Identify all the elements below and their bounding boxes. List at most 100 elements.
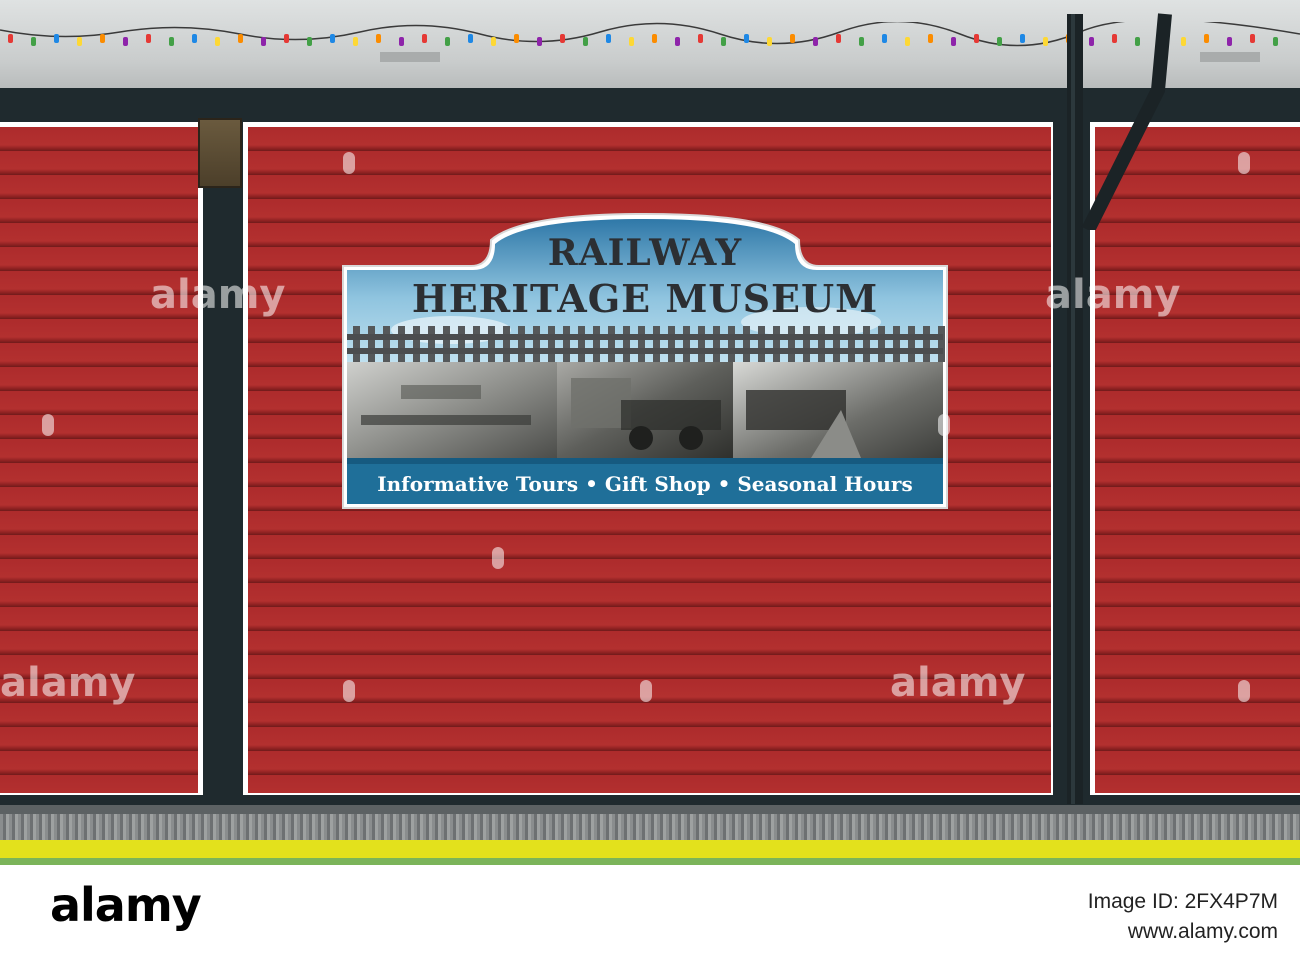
building-scene: RAILWAY HERITAGE MUSEUM Informative Tour…	[0, 0, 1300, 865]
rail-tie	[383, 326, 390, 362]
rail-tie	[848, 326, 855, 362]
rail-tie	[668, 326, 675, 362]
light-bulb	[928, 34, 933, 43]
light-bulb	[675, 37, 680, 46]
watermark-mark	[640, 680, 652, 702]
light-bulb	[422, 34, 427, 43]
light-bulb	[1204, 34, 1209, 43]
light-bulb	[376, 34, 381, 43]
rail-tie	[473, 326, 480, 362]
watermark-mark	[938, 414, 950, 436]
grass-edge	[0, 858, 1300, 865]
light-bulb	[1273, 37, 1278, 46]
light-bulb	[31, 37, 36, 46]
rail-tie	[488, 326, 495, 362]
watermark-mark	[492, 547, 504, 569]
light-bulb	[284, 34, 289, 43]
rail-tie	[893, 326, 900, 362]
light-bulb	[1227, 37, 1232, 46]
rail-tie	[638, 326, 645, 362]
light-bulb	[744, 34, 749, 43]
rail-tie	[698, 326, 705, 362]
watermark-text: alamy	[0, 660, 136, 706]
light-bulb	[215, 37, 220, 46]
rail-tie	[863, 326, 870, 362]
light-bulb	[652, 34, 657, 43]
rail-tie	[803, 326, 810, 362]
watermark-text: alamy	[890, 660, 1026, 706]
light-bulb	[997, 37, 1002, 46]
rail-tie	[683, 326, 690, 362]
watermark-mark	[343, 152, 355, 174]
light-bulb	[261, 37, 266, 46]
eave-vent	[380, 52, 440, 62]
light-bulb	[146, 34, 151, 43]
light-bulb	[307, 37, 312, 46]
light-bulb	[330, 34, 335, 43]
light-bulb	[1181, 37, 1186, 46]
rail-tie	[578, 326, 585, 362]
light-bulb	[629, 37, 634, 46]
rail-tie	[518, 326, 525, 362]
light-bulb	[583, 37, 588, 46]
rail-tie	[878, 326, 885, 362]
light-bulb	[169, 37, 174, 46]
watermark-mark	[1238, 152, 1250, 174]
rail-tie	[458, 326, 465, 362]
light-bulb	[238, 34, 243, 43]
light-bulb	[790, 34, 795, 43]
rail-tie	[938, 326, 945, 362]
light-bulb	[767, 37, 772, 46]
light-bulb	[882, 34, 887, 43]
light-bulb	[813, 37, 818, 46]
watermark-text: alamy	[1045, 272, 1181, 318]
rail-tie	[443, 326, 450, 362]
rail-tie	[428, 326, 435, 362]
rail-tie	[713, 326, 720, 362]
light-bulb	[514, 34, 519, 43]
light-bulb	[905, 37, 910, 46]
light-bulb	[192, 34, 197, 43]
rail-tie	[593, 326, 600, 362]
footer-logo: alamy	[50, 878, 202, 932]
sign-caption: Informative Tours • Gift Shop • Seasonal…	[377, 472, 913, 496]
sign-title-heritage-museum: HERITAGE MUSEUM	[411, 276, 879, 321]
light-bulb	[537, 37, 542, 46]
light-bulb	[721, 37, 726, 46]
rail-tie	[413, 326, 420, 362]
light-bulb	[698, 34, 703, 43]
light-bulb	[8, 34, 13, 43]
image-id-label: Image ID: 2FX4P7M	[1087, 890, 1278, 913]
watermark-mark	[343, 680, 355, 702]
rail-tie	[758, 326, 765, 362]
wall-lamp	[198, 118, 242, 188]
light-bulb	[399, 37, 404, 46]
sign-title-railway: RAILWAY	[547, 232, 743, 274]
site-url: www.alamy.com	[1127, 920, 1278, 943]
rail-tie	[503, 326, 510, 362]
rail-tie	[368, 326, 375, 362]
rail-tie	[533, 326, 540, 362]
light-bulb	[1043, 37, 1048, 46]
rail-tie	[548, 326, 555, 362]
light-bulb	[491, 37, 496, 46]
rail-tie	[833, 326, 840, 362]
rail-tie	[743, 326, 750, 362]
watermark-mark	[1238, 680, 1250, 702]
rail-tie	[608, 326, 615, 362]
rail-tie	[773, 326, 780, 362]
light-bulb	[1250, 34, 1255, 43]
light-bulb	[123, 37, 128, 46]
museum-sign: RAILWAY HERITAGE MUSEUM Informative Tour…	[341, 210, 949, 510]
light-bulb	[974, 34, 979, 43]
rail-tie	[818, 326, 825, 362]
light-bulb	[1020, 34, 1025, 43]
gutter-pipe	[1081, 13, 1172, 230]
light-bulb	[560, 34, 565, 43]
light-bulb	[859, 37, 864, 46]
rail-tie	[923, 326, 930, 362]
rail-tie	[563, 326, 570, 362]
eave-vent	[1200, 52, 1260, 62]
light-bulb	[606, 34, 611, 43]
light-bulb	[100, 34, 105, 43]
